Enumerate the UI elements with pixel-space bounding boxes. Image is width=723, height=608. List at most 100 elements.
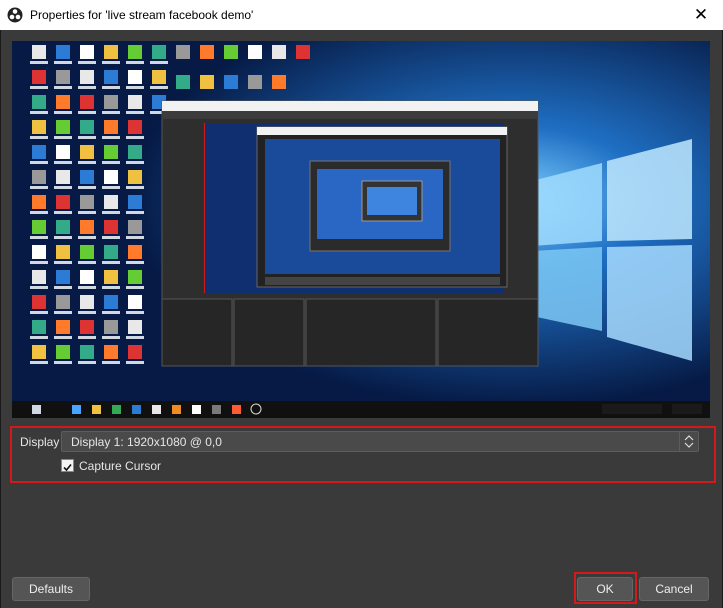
capture-cursor-checkbox[interactable] (61, 459, 74, 472)
desktop-icon-caption (102, 361, 120, 364)
desktop-icon (32, 70, 46, 84)
desktop-icon (80, 145, 94, 159)
desktop-icon (104, 295, 118, 309)
display-label: Display (20, 435, 60, 449)
display-select[interactable]: Display 1: 1920x1080 @ 0,0 (61, 431, 699, 452)
desktop-icon-caption (126, 311, 144, 314)
desktop-icon-caption (54, 136, 72, 139)
desktop-icon (224, 45, 238, 59)
desktop-icon (80, 95, 94, 109)
desktop-icon-caption (126, 61, 144, 64)
desktop-icon (32, 245, 46, 259)
desktop-icon-caption (54, 261, 72, 264)
desktop-icon-caption (30, 186, 48, 189)
desktop-icon (248, 75, 262, 89)
desktop-icon (128, 95, 142, 109)
desktop-icon (104, 345, 118, 359)
desktop-icon (56, 270, 70, 284)
desktop-icon-caption (30, 61, 48, 64)
desktop-icon-caption (126, 211, 144, 214)
desktop-icon (104, 145, 118, 159)
desktop-icon (56, 295, 70, 309)
desktop-icon (56, 345, 70, 359)
desktop-icon (56, 220, 70, 234)
ok-button[interactable]: OK (577, 577, 633, 601)
desktop-icon-caption (126, 336, 144, 339)
desktop-icon (80, 320, 94, 334)
desktop-icon-caption (126, 186, 144, 189)
desktop-icon-caption (78, 236, 96, 239)
desktop-icon-caption (78, 286, 96, 289)
desktop-icon (80, 270, 94, 284)
obs-icon (7, 7, 23, 23)
cancel-button[interactable]: Cancel (639, 577, 709, 601)
desktop-icon (80, 345, 94, 359)
desktop-icon-caption (102, 86, 120, 89)
desktop-icon-caption (126, 86, 144, 89)
desktop-icon-caption (102, 336, 120, 339)
desktop-icon-caption (54, 336, 72, 339)
desktop-icon (80, 70, 94, 84)
desktop-icon (128, 195, 142, 209)
desktop-icon-caption (126, 111, 144, 114)
desktop-icon-caption (30, 111, 48, 114)
desktop-icon (32, 195, 46, 209)
desktop-icon (272, 75, 286, 89)
desktop-icon (32, 45, 46, 59)
desktop-preview-graphic (12, 41, 710, 418)
desktop-icon-caption (102, 61, 120, 64)
desktop-icon-caption (30, 336, 48, 339)
desktop-icon-caption (126, 361, 144, 364)
desktop-icon-caption (78, 336, 96, 339)
desktop-icon (80, 45, 94, 59)
desktop-icon (56, 70, 70, 84)
desktop-icon (152, 45, 166, 59)
title-bar: Properties for 'live stream facebook dem… (0, 0, 723, 30)
desktop-icon (32, 345, 46, 359)
desktop-icon-caption (54, 61, 72, 64)
desktop-icon (128, 170, 142, 184)
desktop-icon-caption (78, 86, 96, 89)
desktop-icon (128, 120, 142, 134)
desktop-icon (32, 95, 46, 109)
desktop-icon-caption (30, 261, 48, 264)
desktop-icon-caption (126, 161, 144, 164)
capture-cursor-label: Capture Cursor (79, 459, 162, 473)
desktop-icon-caption (78, 361, 96, 364)
desktop-icon (80, 245, 94, 259)
desktop-icon (56, 95, 70, 109)
display-select-value: Display 1: 1920x1080 @ 0,0 (71, 435, 222, 449)
desktop-icon (56, 195, 70, 209)
desktop-icon (104, 195, 118, 209)
desktop-icon (128, 145, 142, 159)
desktop-icon (56, 170, 70, 184)
defaults-button[interactable]: Defaults (12, 577, 90, 601)
desktop-icon (32, 170, 46, 184)
desktop-icon-caption (78, 161, 96, 164)
desktop-icon (128, 220, 142, 234)
desktop-icon-caption (78, 211, 96, 214)
nested-obs-window (161, 100, 539, 367)
desktop-icon (80, 220, 94, 234)
desktop-icon (32, 145, 46, 159)
desktop-icon (56, 145, 70, 159)
desktop-icon (200, 75, 214, 89)
desktop-icon-caption (126, 286, 144, 289)
desktop-icon (128, 270, 142, 284)
desktop-icon-caption (102, 111, 120, 114)
desktop-icon (128, 70, 142, 84)
desktop-icon-caption (30, 311, 48, 314)
desktop-icon-caption (78, 111, 96, 114)
desktop-icon (32, 320, 46, 334)
desktop-icon (152, 70, 166, 84)
desktop-icon (104, 70, 118, 84)
close-button[interactable]: ✕ (686, 3, 716, 27)
desktop-icon-caption (102, 186, 120, 189)
desktop-icon-caption (54, 236, 72, 239)
desktop-icon (104, 170, 118, 184)
desktop-icon-caption (54, 211, 72, 214)
desktop-icon (128, 245, 142, 259)
desktop-icon (56, 120, 70, 134)
desktop-icon-caption (30, 236, 48, 239)
desktop-icon-caption (78, 311, 96, 314)
